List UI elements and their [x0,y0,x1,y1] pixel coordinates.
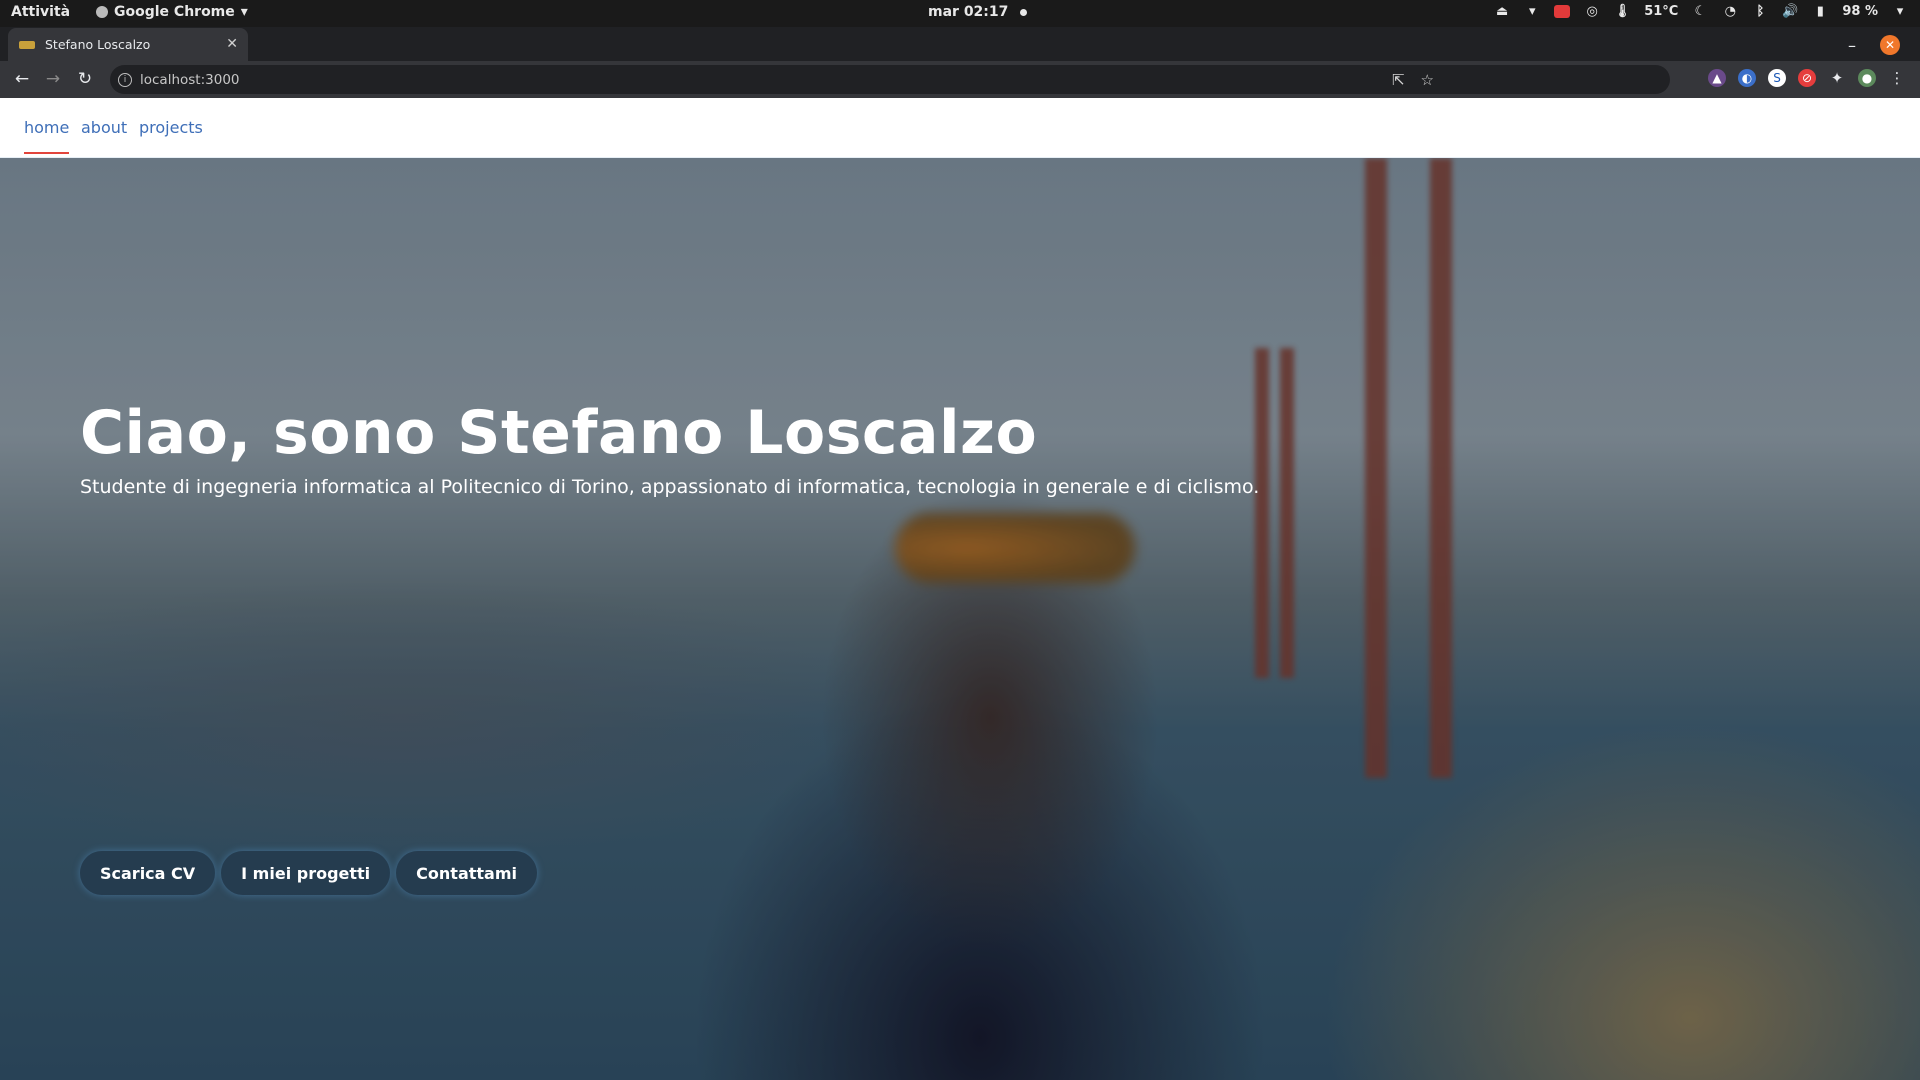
minimize-button[interactable]: – [1848,36,1856,55]
nav-link-home[interactable]: home [24,118,70,154]
temperature-text: 51°C [1644,3,1679,19]
hero-overlay [0,158,1920,1080]
browser-toolbar: ← → ↻ i localhost:3000 ⇱ ☆ ▲ ◐ S ⊘ ✦ ● ⋮ [0,61,1920,98]
puzzle-icon[interactable]: ✦ [1828,69,1846,87]
nav-link-about[interactable]: about [81,118,127,137]
chevron-down-icon[interactable]: ▾ [1524,3,1540,19]
contact-button[interactable]: Contattami [396,851,537,895]
tab-strip: Stefano Loscalzo ✕ + – ✕ [0,27,1920,81]
url-text: localhost:3000 [140,71,240,88]
screen-record-icon[interactable] [1554,4,1571,18]
wifi-icon[interactable]: ◔ [1722,3,1738,19]
clock[interactable]: mar 02:17 [928,4,1028,20]
page-viewport: home about projects Ciao, sono Stefano L… [0,98,1920,1080]
bluetooth-icon[interactable]: ᛒ [1752,3,1768,19]
back-button[interactable]: ← [12,69,32,89]
extension-icon[interactable]: S [1768,69,1786,87]
eject-icon[interactable]: ⏏ [1494,3,1510,19]
night-mode-icon[interactable]: ☾ [1692,3,1708,19]
browser-tab[interactable]: Stefano Loscalzo ✕ [8,28,248,61]
activities-button[interactable]: Attività [11,4,70,20]
tab-title: Stefano Loscalzo [45,37,151,52]
app-menu[interactable]: Google Chrome ▾ [96,4,248,20]
avatar[interactable]: ● [1858,69,1876,87]
address-bar[interactable]: i localhost:3000 ⇱ ☆ [110,65,1670,94]
chevron-down-icon[interactable]: ▾ [1892,3,1908,19]
extension-icon[interactable]: ◐ [1738,69,1756,87]
forward-button[interactable]: → [43,69,63,89]
battery-text: 98 % [1842,3,1878,19]
nav-link-projects[interactable]: projects [139,118,203,137]
site-info-icon[interactable]: i [118,72,132,87]
reload-button[interactable]: ↻ [75,69,95,89]
hero-subtitle: Studente di ingegneria informatica al Po… [80,476,1260,498]
chrome-icon [96,6,108,18]
notification-dot-icon [1020,8,1028,16]
chevron-down-icon: ▾ [240,4,248,20]
projects-button[interactable]: I miei progetti [221,851,391,895]
download-cv-button[interactable]: Scarica CV [80,851,216,895]
favicon-icon [19,40,35,49]
hero-section: Ciao, sono Stefano Loscalzo Studente di … [0,158,1920,1080]
site-navbar: home about projects [0,98,1920,158]
extension-icon[interactable]: ▲ [1708,69,1726,87]
thermometer-icon: 🌡 [1613,3,1631,19]
hero-actions: Scarica CV I miei progetti Contattami [80,851,537,895]
system-top-bar: Attività Google Chrome ▾ mar 02:17 ⏏ ▾ ◎… [0,0,1920,27]
bookmark-star-icon[interactable]: ☆ [1421,71,1434,89]
menu-kebab-icon[interactable]: ⋮ [1888,69,1906,87]
omnibox-actions: ⇱ ☆ [1392,65,1434,94]
volume-icon[interactable]: 🔊 [1782,3,1798,19]
clock-text: mar 02:17 [928,4,1009,20]
discord-icon[interactable]: ◎ [1584,3,1600,19]
system-tray: ⏏ ▾ ◎ 🌡 51°C ☾ ◔ ᛒ 🔊 ▮ 98 % ▾ [1494,3,1908,19]
window-controls: – ✕ [1848,35,1900,55]
app-name: Google Chrome [114,4,235,20]
extension-icon[interactable]: ⊘ [1798,69,1816,87]
close-window-button[interactable]: ✕ [1880,35,1900,55]
share-icon[interactable]: ⇱ [1392,71,1405,89]
close-tab-icon[interactable]: ✕ [226,36,238,52]
battery-icon[interactable]: ▮ [1812,3,1828,19]
extensions-area: ▲ ◐ S ⊘ ✦ ● ⋮ [1708,69,1906,87]
hero-title: Ciao, sono Stefano Loscalzo [80,398,1038,468]
